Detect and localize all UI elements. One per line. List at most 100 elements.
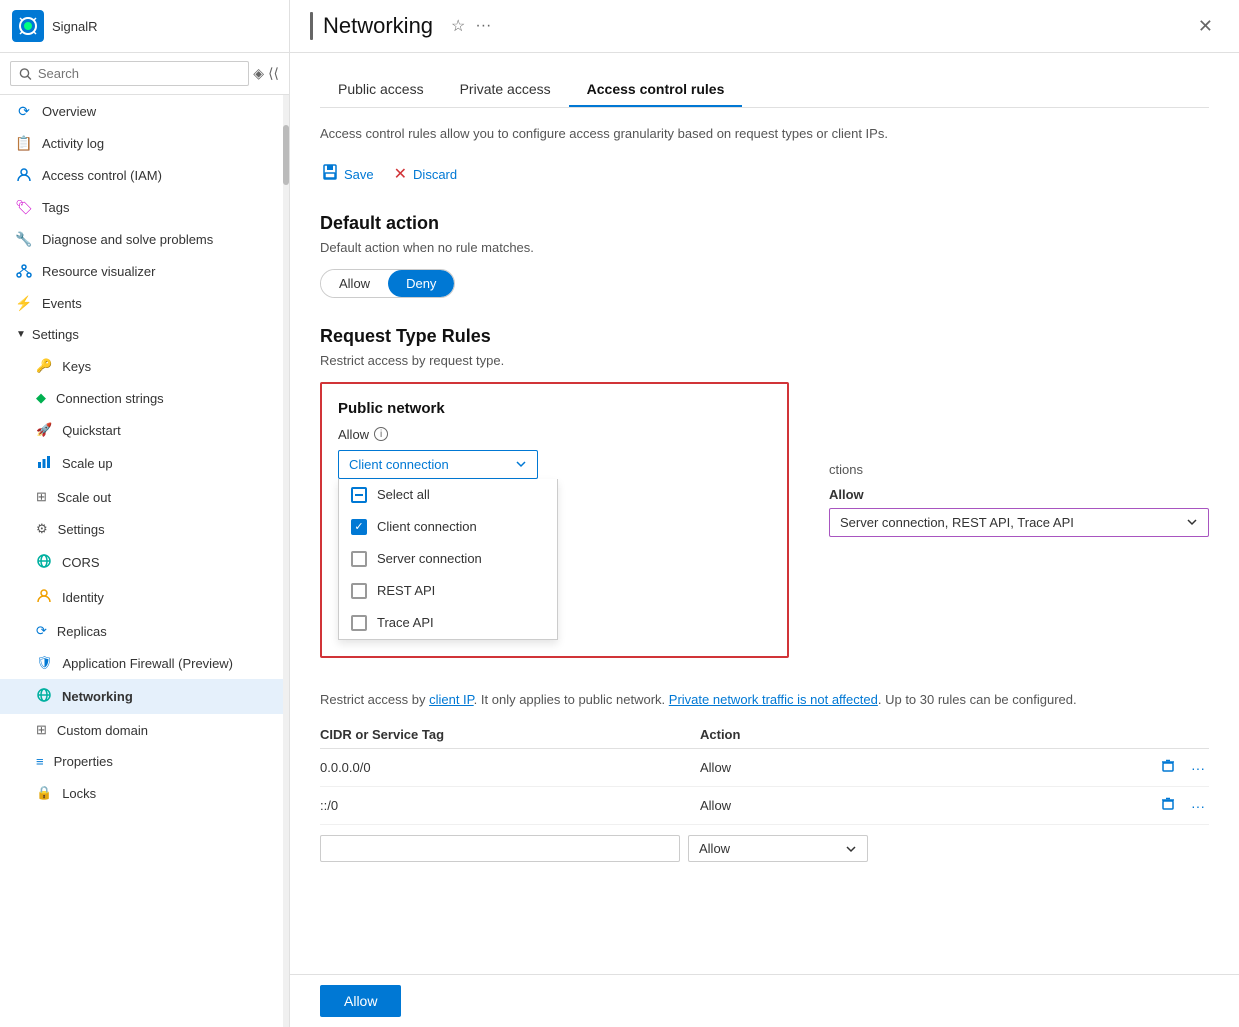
sidebar-item-events[interactable]: ⚡ Events (0, 287, 283, 319)
tab-bar: Public access Private access Access cont… (320, 73, 1209, 108)
networking-icon (36, 687, 52, 706)
private-dropdown-chevron-icon (1186, 516, 1198, 528)
close-button[interactable]: ✕ (1192, 14, 1219, 39)
sidebar-search-row: ◈ ⟨⟨ (0, 53, 289, 95)
sidebar-item-replicas[interactable]: ⟳ Replicas (0, 615, 283, 647)
select-all-checkbox[interactable] (351, 487, 367, 503)
save-button[interactable]: Save (320, 160, 376, 189)
dropdown-item-trace-api[interactable]: Trace API (339, 607, 557, 639)
sidebar-item-diagnose[interactable]: 🔧 Diagnose and solve problems (0, 223, 283, 255)
row2-delete-button[interactable] (1157, 795, 1179, 816)
rest-api-label: REST API (377, 583, 435, 598)
private-allow-label: Allow (829, 487, 1209, 502)
allow-info-icon[interactable]: i (374, 427, 388, 441)
discard-button[interactable]: ✕ Discard (392, 160, 459, 188)
row2-cidr: ::/0 (320, 798, 700, 813)
search-input[interactable] (38, 66, 240, 81)
search-box[interactable] (10, 61, 249, 86)
client-ip-link[interactable]: client IP (429, 692, 474, 707)
dropdown-item-server-connection[interactable]: Server connection (339, 543, 557, 575)
search-icon (19, 67, 32, 81)
row2-action: Allow (700, 798, 900, 813)
keys-icon: 🔑 (36, 358, 52, 374)
save-label: Save (344, 167, 374, 182)
col-header-action: Action (700, 727, 900, 742)
app-firewall-icon: 🛡 (36, 655, 53, 671)
sidebar-label-events: Events (42, 296, 82, 311)
row1-action: Allow (700, 760, 900, 775)
public-network-dropdown[interactable]: Client connection (338, 450, 538, 479)
scale-out-icon: ⊞ (36, 489, 47, 505)
new-action-dropdown[interactable]: Allow (688, 835, 868, 862)
table-row: ::/0 Allow ··· (320, 787, 1209, 825)
sidebar-label-resource-visualizer: Resource visualizer (42, 264, 155, 279)
activity-log-icon: 📋 (16, 135, 32, 151)
sidebar-item-resource-visualizer[interactable]: Resource visualizer (0, 255, 283, 287)
sidebar-item-custom-domain[interactable]: ⊞ Custom domain (0, 714, 283, 746)
sidebar-header: SignalR (0, 0, 289, 53)
sidebar-label-settings: Settings (58, 522, 105, 537)
sidebar-item-identity[interactable]: Identity (0, 580, 283, 615)
sidebar-item-connection-strings[interactable]: ◆ Connection strings (0, 382, 283, 414)
settings-section-header[interactable]: ▼ Settings (0, 319, 283, 350)
pin-icon[interactable]: ◈ (253, 65, 264, 82)
scale-up-icon (36, 454, 52, 473)
tab-private-access[interactable]: Private access (442, 73, 569, 107)
deny-option[interactable]: Deny (388, 270, 454, 297)
default-action-subtitle: Default action when no rule matches. (320, 240, 1209, 255)
sidebar-item-settings[interactable]: ⚙ Settings (0, 513, 283, 545)
events-icon: ⚡ (16, 295, 32, 311)
allow-deny-toggle: Allow Deny (320, 269, 455, 298)
settings-icon: ⚙ (36, 521, 48, 537)
sidebar-item-overview[interactable]: ⟳ Overview (0, 95, 283, 127)
row1-cidr: 0.0.0.0/0 (320, 760, 700, 775)
scroll-thumb[interactable] (283, 125, 289, 185)
sidebar-item-properties[interactable]: ≡ Properties (0, 746, 283, 777)
page-description: Access control rules allow you to config… (320, 124, 1209, 144)
new-cidr-input[interactable] (320, 835, 680, 862)
row2-more-button[interactable]: ··· (1187, 796, 1209, 816)
sidebar-item-keys[interactable]: 🔑 Keys (0, 350, 283, 382)
dropdown-item-client-connection[interactable]: ✓ Client connection (339, 511, 557, 543)
more-options-icon[interactable]: ··· (475, 17, 491, 35)
sidebar-item-tags[interactable]: 🏷 Tags (0, 191, 283, 223)
private-network-link[interactable]: Private network traffic is not affected (669, 692, 878, 707)
default-action-title: Default action (320, 213, 1209, 234)
rest-api-checkbox[interactable] (351, 583, 367, 599)
server-connection-checkbox[interactable] (351, 551, 367, 567)
trace-api-label: Trace API (377, 615, 434, 630)
connection-strings-icon: ◆ (36, 390, 46, 406)
sidebar-item-cors[interactable]: CORS (0, 545, 283, 580)
sidebar-item-quickstart[interactable]: 🚀 Quickstart (0, 414, 283, 446)
server-connection-label: Server connection (377, 551, 482, 566)
allow-option[interactable]: Allow (321, 270, 388, 297)
row1-more-button[interactable]: ··· (1187, 758, 1209, 778)
sidebar-item-activity-log[interactable]: 📋 Activity log (0, 127, 283, 159)
sidebar-item-networking[interactable]: Networking (0, 679, 283, 714)
add-row: Allow (320, 829, 1209, 868)
private-connections-dropdown[interactable]: Server connection, REST API, Trace API (829, 508, 1209, 537)
sidebar-label-activity-log: Activity log (42, 136, 104, 151)
sidebar: SignalR ◈ ⟨⟨ ⟳ Overview 📋 Activity log (0, 0, 290, 1027)
access-control-icon (16, 167, 32, 183)
scroll-track[interactable] (283, 95, 289, 1027)
sidebar-item-access-control[interactable]: Access control (IAM) (0, 159, 283, 191)
tags-icon: 🏷 (16, 199, 32, 215)
sidebar-item-locks[interactable]: 🔒 Locks (0, 777, 283, 809)
favorite-icon[interactable]: ☆ (451, 16, 465, 36)
private-connections-subtitle: ctions (829, 462, 1209, 477)
collapse-icon[interactable]: ⟨⟨ (268, 65, 279, 82)
row1-delete-button[interactable] (1157, 757, 1179, 778)
client-connection-checkbox[interactable]: ✓ (351, 519, 367, 535)
action-dropdown-chevron-icon (845, 843, 857, 855)
dropdown-item-select-all[interactable]: Select all (339, 479, 557, 511)
sidebar-item-scale-up[interactable]: Scale up (0, 446, 283, 481)
tab-access-control-rules[interactable]: Access control rules (569, 73, 743, 107)
sidebar-item-app-firewall[interactable]: 🛡 Application Firewall (Preview) (0, 647, 283, 679)
dropdown-item-rest-api[interactable]: REST API (339, 575, 557, 607)
sidebar-item-scale-out[interactable]: ⊞ Scale out (0, 481, 283, 513)
bottom-allow-button[interactable]: Allow (320, 985, 401, 1017)
cors-icon (36, 553, 52, 572)
trace-api-checkbox[interactable] (351, 615, 367, 631)
tab-public-access[interactable]: Public access (320, 73, 442, 107)
